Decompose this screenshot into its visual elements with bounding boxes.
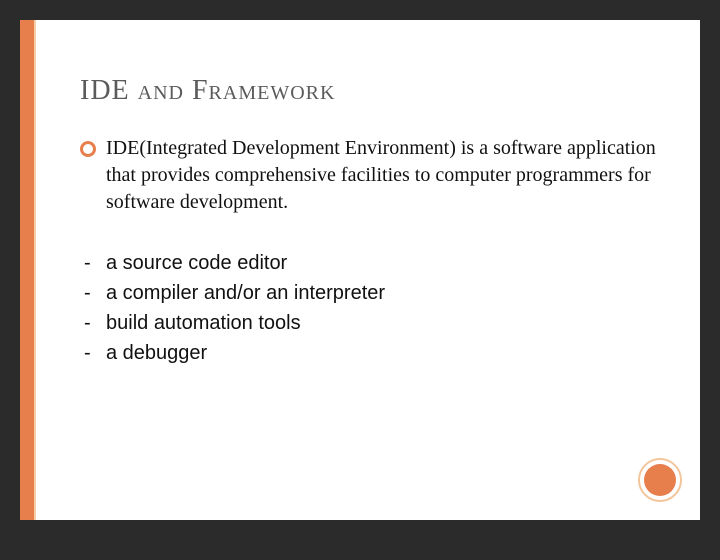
left-accent-stripe-inner xyxy=(34,20,36,520)
slide-title: IDE and Framework xyxy=(80,75,660,107)
left-accent-stripe xyxy=(20,20,34,520)
slide: IDE and Framework IDE(Integrated Develop… xyxy=(20,20,700,520)
list-item: a debugger xyxy=(80,338,660,368)
content-area: IDE and Framework IDE(Integrated Develop… xyxy=(80,75,660,368)
list-item: a source code editor xyxy=(80,248,660,278)
decorative-corner-circle-icon xyxy=(638,458,682,502)
list-item: a compiler and/or an interpreter xyxy=(80,278,660,308)
main-bullet-item: IDE(Integrated Development Environment) … xyxy=(80,135,660,216)
sub-list: a source code editor a compiler and/or a… xyxy=(80,248,660,368)
circle-inner-fill-icon xyxy=(644,464,676,496)
list-item: build automation tools xyxy=(80,308,660,338)
main-bullet-list: IDE(Integrated Development Environment) … xyxy=(80,135,660,216)
